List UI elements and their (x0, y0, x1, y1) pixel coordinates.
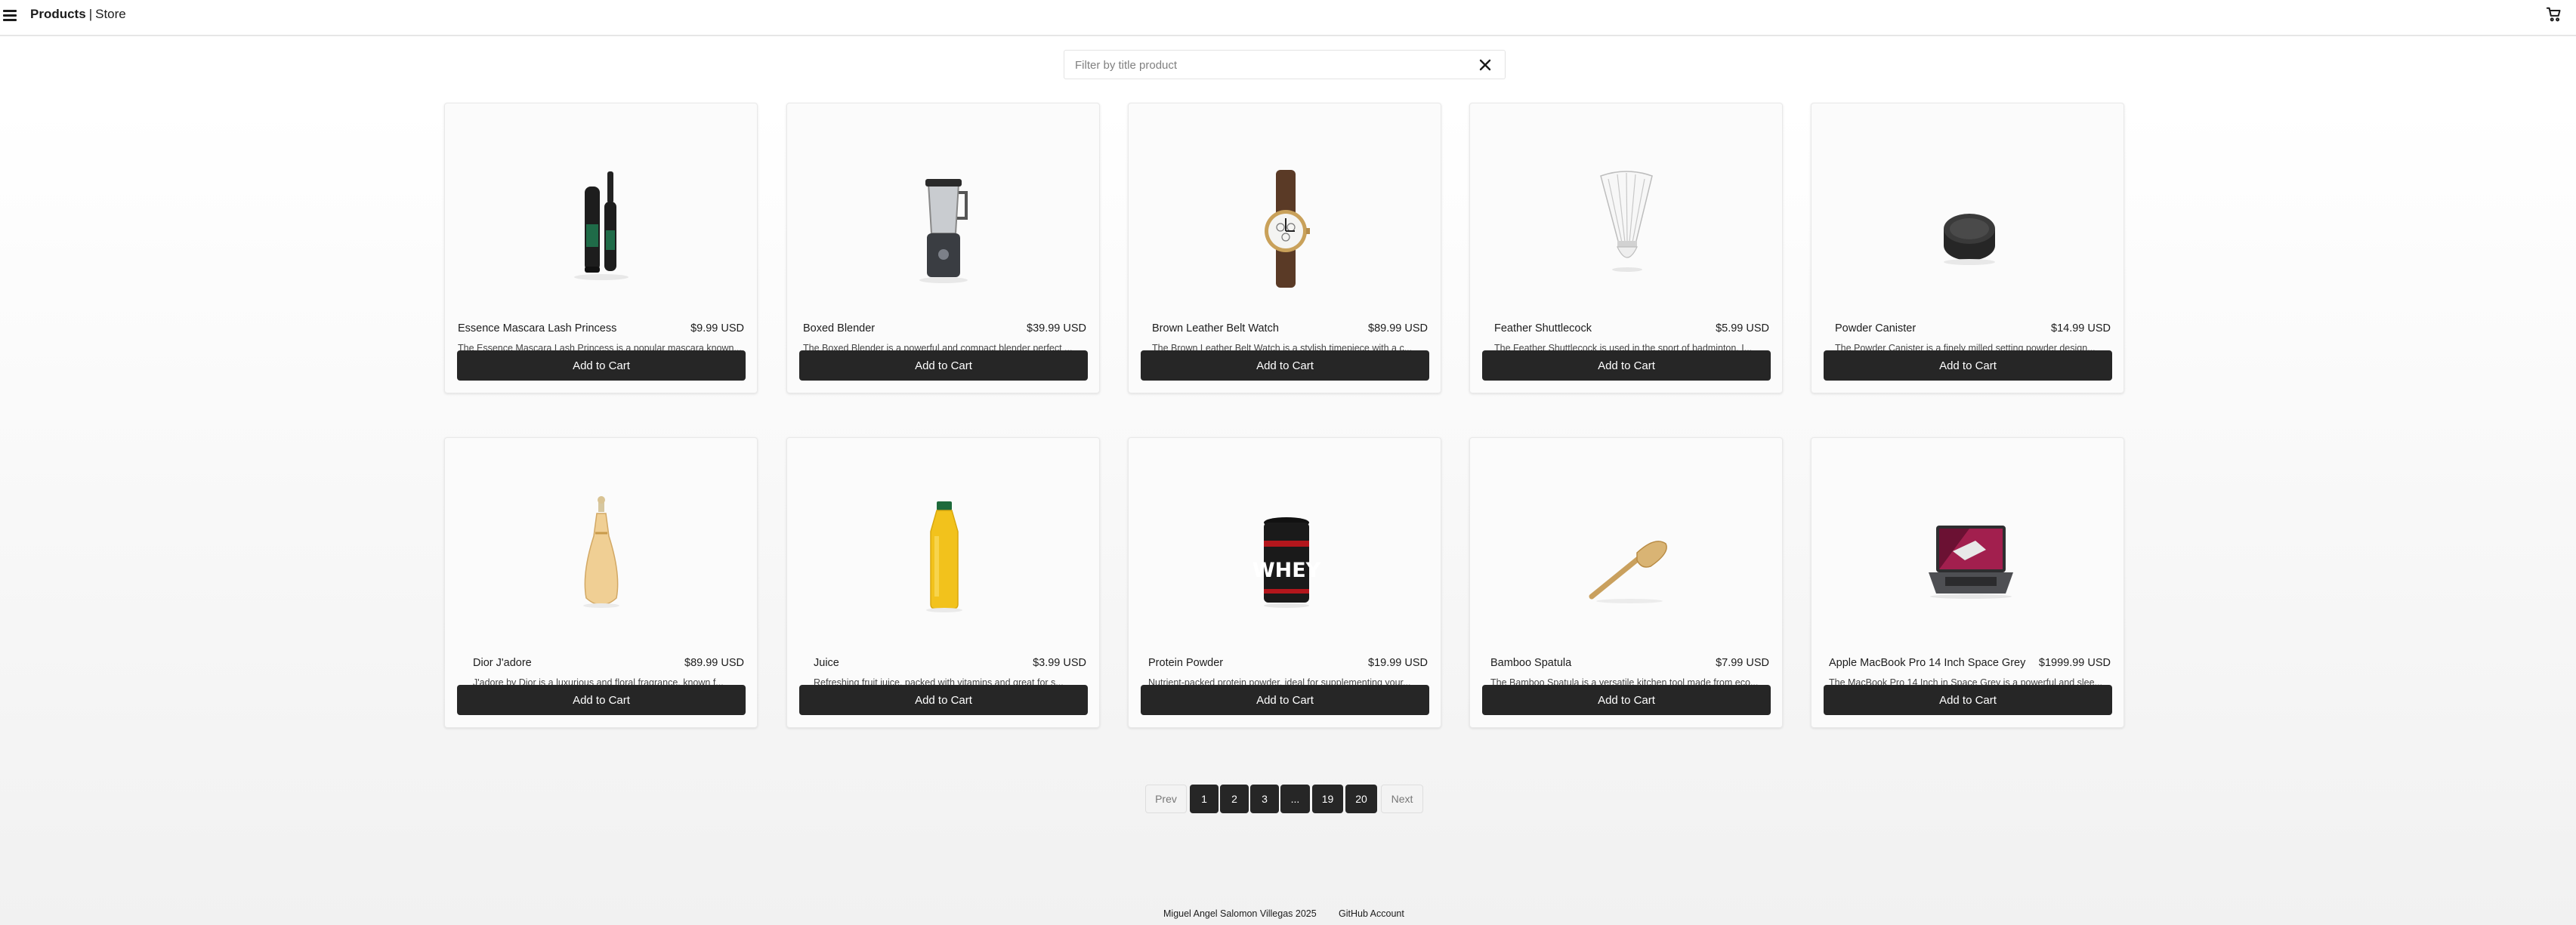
product-image[interactable] (526, 156, 677, 300)
product-image[interactable] (1892, 156, 2043, 300)
product-title: Dior J'adore (473, 657, 532, 669)
next-page-button[interactable]: Next (1381, 785, 1423, 813)
product-title: Powder Canister (1835, 322, 1917, 335)
page-button[interactable]: 20 (1345, 785, 1377, 813)
page-button[interactable]: 1 (1190, 785, 1219, 813)
product-price: $9.99 USD (690, 322, 744, 335)
brand-store: Store (95, 7, 126, 21)
product-price: $19.99 USD (1368, 657, 1428, 669)
product-card: Powder Canister $14.99 USD The Powder Ca… (1811, 103, 2124, 393)
product-title: Protein Powder (1148, 657, 1224, 669)
product-card: Brown Leather Belt Watch $89.99 USD The … (1128, 103, 1441, 393)
add-to-cart-button[interactable]: Add to Cart (799, 350, 1088, 381)
page-button[interactable]: 19 (1312, 785, 1343, 813)
product-title: Essence Mascara Lash Princess (458, 322, 617, 335)
product-image[interactable] (1551, 491, 1702, 634)
prev-page-button[interactable]: Prev (1145, 785, 1187, 813)
product-card: Dior J'adore $89.99 USD J'adore by Dior … (444, 437, 758, 728)
product-price: $39.99 USD (1027, 322, 1086, 335)
product-image[interactable] (1551, 156, 1702, 300)
product-card: Essence Mascara Lash Princess $9.99 USD … (444, 103, 758, 393)
product-image[interactable] (1892, 491, 2043, 634)
product-image[interactable] (868, 491, 1019, 634)
product-title: Boxed Blender (803, 322, 876, 335)
protein-label: WHEY (1252, 559, 1321, 582)
add-to-cart-button[interactable]: Add to Cart (799, 685, 1088, 715)
product-card: Feather Shuttlecock $5.99 USD The Feathe… (1469, 103, 1783, 393)
brand-separator: | (88, 7, 93, 21)
brand-products: Products (30, 7, 86, 21)
page-button[interactable]: 2 (1220, 785, 1249, 813)
add-to-cart-button[interactable]: Add to Cart (1824, 685, 2112, 715)
add-to-cart-button[interactable]: Add to Cart (1482, 350, 1771, 381)
product-card: WHEY Protein Powder $19.99 USD Nutrient-… (1128, 437, 1441, 728)
product-image[interactable] (868, 156, 1019, 300)
product-title: Feather Shuttlecock (1494, 322, 1592, 335)
add-to-cart-button[interactable]: Add to Cart (457, 350, 746, 381)
page-ellipsis: ... (1280, 785, 1310, 813)
product-image[interactable] (1209, 156, 1361, 300)
product-image[interactable]: WHEY (1209, 491, 1361, 634)
product-image[interactable] (526, 491, 677, 634)
github-link[interactable]: GitHub Account (1339, 908, 1404, 919)
add-to-cart-button[interactable]: Add to Cart (1482, 685, 1771, 715)
product-title: Bamboo Spatula (1490, 657, 1572, 669)
product-title: Apple MacBook Pro 14 Inch Space Grey (1829, 657, 2026, 669)
add-to-cart-button[interactable]: Add to Cart (1141, 685, 1429, 715)
footer-author: Miguel Angel Salomon Villegas 2025 (1163, 908, 1317, 919)
shopping-cart-icon[interactable] (2546, 6, 2564, 24)
top-bar: Products | Store (0, 0, 2576, 36)
add-to-cart-button[interactable]: Add to Cart (1824, 350, 2112, 381)
product-card: Bamboo Spatula $7.99 USD The Bamboo Spat… (1469, 437, 1783, 728)
app-title: Products | Store (30, 6, 126, 23)
close-icon[interactable] (1477, 57, 1493, 73)
search-input[interactable] (1075, 57, 1453, 73)
product-price: $1999.99 USD (2038, 657, 2111, 669)
add-to-cart-button[interactable]: Add to Cart (1141, 350, 1429, 381)
add-to-cart-button[interactable]: Add to Cart (457, 685, 746, 715)
search-box (1064, 50, 1506, 79)
product-title: Brown Leather Belt Watch (1152, 322, 1279, 335)
product-card: Boxed Blender $39.99 USD The Boxed Blend… (786, 103, 1100, 393)
product-price: $14.99 USD (2051, 322, 2111, 335)
product-price: $3.99 USD (1033, 657, 1086, 669)
product-price: $7.99 USD (1716, 657, 1769, 669)
product-price: $89.99 USD (1368, 322, 1428, 335)
hamburger-menu-icon[interactable] (3, 8, 21, 23)
product-price: $5.99 USD (1716, 322, 1769, 335)
product-price: $89.99 USD (684, 657, 744, 669)
product-card: Juice $3.99 USD Refreshing fruit juice, … (786, 437, 1100, 728)
product-card: Apple MacBook Pro 14 Inch Space Grey $19… (1811, 437, 2124, 728)
product-title: Juice (814, 657, 839, 669)
page-button[interactable]: 3 (1250, 785, 1279, 813)
